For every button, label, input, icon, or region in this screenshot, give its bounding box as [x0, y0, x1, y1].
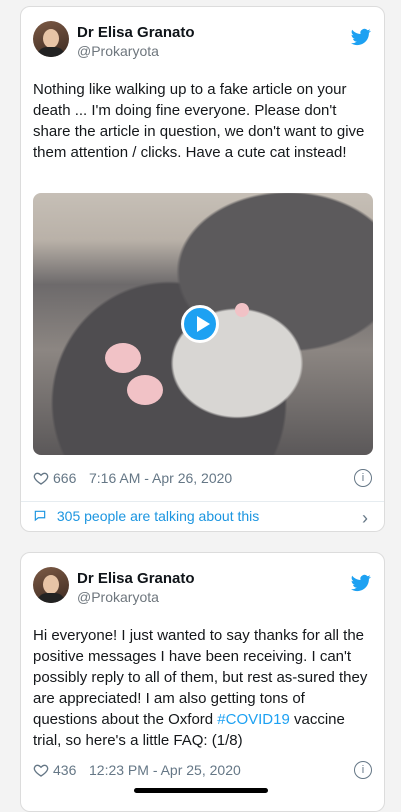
tweet-card[interactable]: Dr Elisa Granato @Prokaryota Nothing lik…: [20, 6, 385, 532]
tweet-timestamp[interactable]: 12:23 PM - Apr 25, 2020: [89, 762, 241, 778]
play-icon[interactable]: [181, 305, 219, 343]
chat-bubble-icon: [34, 510, 46, 522]
tweet-text: Hi everyone! I just wanted to say thanks…: [33, 625, 372, 751]
author-name[interactable]: Dr Elisa Granato: [77, 24, 195, 41]
avatar[interactable]: [33, 567, 69, 603]
info-icon[interactable]: i: [354, 469, 372, 487]
avatar[interactable]: [33, 21, 69, 57]
tweet-header: Dr Elisa Granato @Prokaryota: [33, 21, 372, 65]
tweet-meta: 436 12:23 PM - Apr 25, 2020 i: [33, 761, 372, 781]
info-icon[interactable]: i: [354, 761, 372, 779]
tweet-card[interactable]: Dr Elisa Granato @Prokaryota Hi everyone…: [20, 552, 385, 812]
author-name[interactable]: Dr Elisa Granato: [77, 570, 195, 587]
author-handle[interactable]: @Prokaryota: [77, 43, 159, 59]
like-count[interactable]: 666: [53, 470, 76, 486]
twitter-bird-icon[interactable]: [350, 27, 372, 47]
twitter-bird-icon[interactable]: [350, 573, 372, 593]
talking-link[interactable]: 305 people are talking about this: [33, 508, 259, 524]
tweet-text: Nothing like walking up to a fake articl…: [33, 81, 365, 161]
chevron-right-icon[interactable]: ›: [362, 508, 368, 529]
divider: [21, 501, 384, 502]
author-handle[interactable]: @Prokaryota: [77, 589, 159, 605]
home-indicator[interactable]: [134, 788, 268, 793]
heart-icon[interactable]: [33, 470, 49, 486]
hashtag-link[interactable]: #COVID19: [217, 711, 290, 728]
talking-label: 305 people are talking about this: [56, 508, 260, 524]
tweet-timestamp[interactable]: 7:16 AM - Apr 26, 2020: [89, 470, 232, 486]
heart-icon[interactable]: [33, 762, 49, 778]
like-count[interactable]: 436: [53, 762, 76, 778]
tweet-header: Dr Elisa Granato @Prokaryota: [33, 567, 372, 611]
tweet-meta: 666 7:16 AM - Apr 26, 2020 i: [33, 469, 372, 489]
tweet-video[interactable]: [33, 193, 373, 455]
